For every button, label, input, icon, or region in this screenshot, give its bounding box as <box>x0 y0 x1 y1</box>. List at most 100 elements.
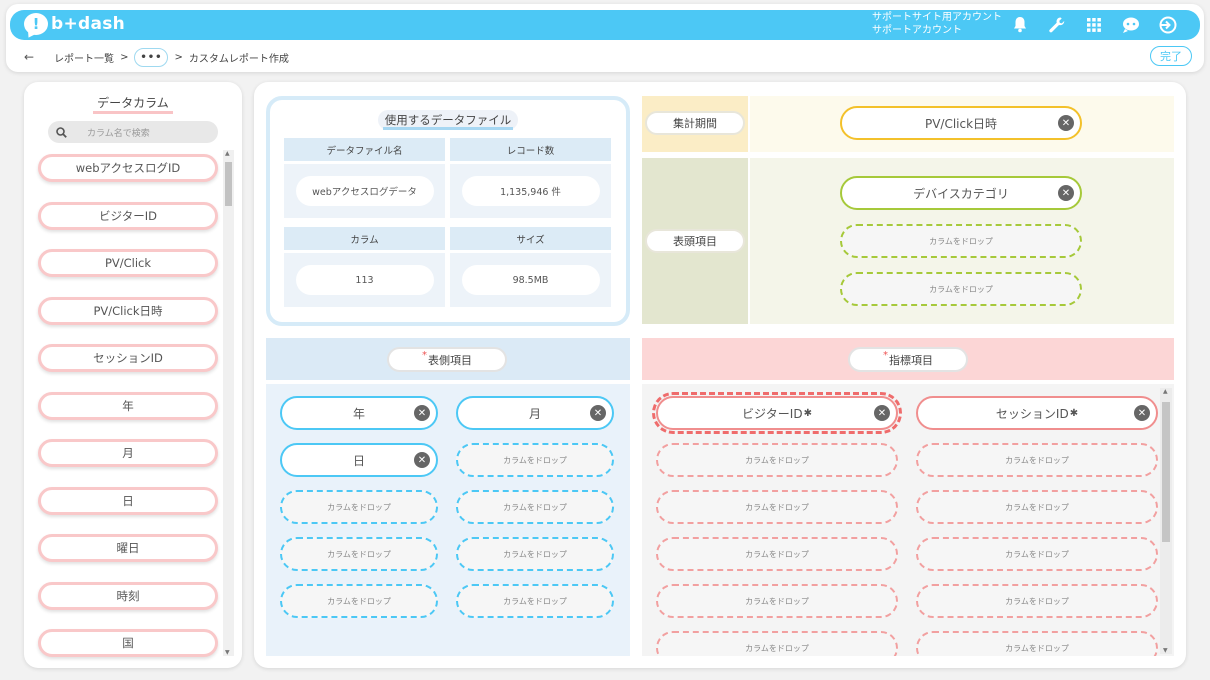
breadcrumb-separator: > <box>174 51 183 63</box>
head-drop-slot[interactable]: カラムをドロップ <box>840 224 1082 258</box>
column-item[interactable]: 日 <box>38 486 218 515</box>
column-item[interactable]: PV/Click日時 <box>38 296 218 325</box>
account-name: サポートアカウント <box>872 25 962 36</box>
head-chip[interactable]: デバイスカテゴリ ✕ <box>840 176 1082 210</box>
report-builder-panel: 使用するデータファイル データファイル名 レコード数 webアクセスログデータ … <box>254 82 1186 668</box>
column-item[interactable]: 時刻 <box>38 581 218 610</box>
metric-drop-slot[interactable]: カラムをドロップ <box>656 584 898 618</box>
data-file-card: 使用するデータファイル データファイル名 レコード数 webアクセスログデータ … <box>266 96 630 326</box>
remove-metric-icon[interactable]: ✕ <box>1134 405 1150 421</box>
wrench-icon[interactable] <box>1046 14 1067 35</box>
scroll-down-icon[interactable]: ▼ <box>1163 647 1168 654</box>
app-logo[interactable]: ! b+dash <box>24 13 125 35</box>
metric-scrollbar[interactable]: ▲ ▼ <box>1160 388 1172 654</box>
side-chip-label: 年 <box>352 406 365 421</box>
side-drop-slot[interactable]: カラムをドロップ <box>280 537 438 571</box>
column-count-value: 113 <box>295 265 434 295</box>
breadcrumb-ellipsis-button[interactable]: ••• <box>134 47 169 67</box>
remove-head-icon[interactable]: ✕ <box>1058 185 1074 201</box>
metric-chip[interactable]: セッションID ✱ ✕ <box>916 396 1158 430</box>
side-chip[interactable]: 年 ✕ <box>280 396 438 430</box>
side-drop-slot[interactable]: カラムをドロップ <box>280 490 438 524</box>
breadcrumb-current: カスタムレポート作成 <box>188 53 289 65</box>
metric-chip-label: セッションID <box>995 406 1069 421</box>
column-item[interactable]: 月 <box>38 439 218 467</box>
column-item[interactable]: 国 <box>38 629 218 657</box>
scroll-up-icon[interactable]: ▲ <box>1163 388 1168 395</box>
column-item[interactable]: セッションID <box>38 344 218 372</box>
scroll-down-icon[interactable]: ▼ <box>225 649 230 656</box>
side-drop-slot[interactable]: カラムをドロップ <box>456 584 614 618</box>
metric-drop-slot[interactable]: カラムをドロップ <box>656 631 898 656</box>
metric-chip[interactable]: ビジターID ✱ ✕ <box>652 392 902 434</box>
column-item[interactable]: ビジターID <box>38 201 218 230</box>
metric-chip-label: ビジターID <box>742 406 803 421</box>
side-drop-slot[interactable]: カラムをドロップ <box>456 490 614 524</box>
metric-drop-slot[interactable]: カラムをドロップ <box>916 584 1158 618</box>
period-chip[interactable]: PV/Click日時 ✕ <box>840 106 1082 140</box>
remove-side-icon[interactable]: ✕ <box>414 405 430 421</box>
side-chip[interactable]: 日 ✕ <box>280 443 438 477</box>
done-button[interactable]: 完了 <box>1150 46 1192 66</box>
gear-icon[interactable]: ✱ <box>804 408 812 419</box>
column-list-scrollbar[interactable]: ▲ ▼ <box>223 150 234 656</box>
side-drop-area[interactable]: 年 ✕ 月 ✕ 日 ✕ カラムをドロップ カラムをドロップ カラムをドロップ カラムをドロップ カラ… <box>266 384 630 656</box>
column-item[interactable]: webアクセスログID <box>38 154 218 182</box>
logout-icon[interactable] <box>1157 14 1178 35</box>
record-count-value: 1,135,946 件 <box>461 176 600 206</box>
period-drop-area[interactable]: PV/Click日時 ✕ <box>750 96 1174 152</box>
column-item[interactable]: PV/Click <box>38 249 218 277</box>
scroll-thumb[interactable] <box>1162 402 1170 542</box>
brand-name: b+dash <box>51 14 126 34</box>
metric-drop-slot[interactable]: カラムをドロップ <box>916 631 1158 656</box>
breadcrumb-report-list[interactable]: レポート一覧 <box>54 50 114 65</box>
side-drop-slot[interactable]: カラムをドロップ <box>456 537 614 571</box>
data-column-panel: データカラム カラム名で検索 webアクセスログID ビジターID PV/Click… <box>24 82 242 668</box>
account-info[interactable]: サポートサイト用アカウント サポートアカウント <box>872 11 1002 37</box>
metric-label: * 指標項目 <box>848 347 968 372</box>
side-chip-label: 日 <box>352 453 365 468</box>
column-list: webアクセスログID ビジターID PV/Click PV/Click日時 セッション… <box>38 154 232 677</box>
size-value: 98.5MB <box>461 265 600 295</box>
period-section: 集計期間 <box>642 96 748 152</box>
metric-drop-slot[interactable]: カラムをドロップ <box>916 537 1158 571</box>
bell-icon[interactable] <box>1009 14 1030 35</box>
column-item[interactable]: 年 <box>38 391 218 420</box>
scroll-up-icon[interactable]: ▲ <box>225 150 230 157</box>
side-drop-slot[interactable]: カラムをドロップ <box>456 443 614 477</box>
data-file-name-header: データファイル名 <box>284 138 445 161</box>
head-chip-label: デバイスカテゴリ <box>913 186 1009 201</box>
record-count-cell: 1,135,946 件 <box>450 164 611 218</box>
metric-drop-slot[interactable]: カラムをドロップ <box>656 443 898 477</box>
remove-side-icon[interactable]: ✕ <box>414 452 430 468</box>
side-section-header: * 表側項目 <box>266 338 630 380</box>
metric-drop-area[interactable]: ビジターID ✱ ✕ セッションID ✱ ✕ カラムをドロップ カラムをドロップ カラムをドロッ… <box>642 384 1174 656</box>
metric-drop-slot[interactable]: カラムをドロップ <box>916 443 1158 477</box>
gear-icon[interactable]: ✱ <box>1070 408 1078 419</box>
back-arrow-icon[interactable]: ← <box>24 50 34 64</box>
metric-drop-slot[interactable]: カラムをドロップ <box>916 490 1158 524</box>
remove-period-icon[interactable]: ✕ <box>1058 115 1074 131</box>
metric-drop-slot[interactable]: カラムをドロップ <box>656 490 898 524</box>
column-count-header: カラム <box>284 227 445 250</box>
breadcrumb: ← レポート一覧 > ••• > カスタムレポート作成 <box>24 46 289 68</box>
grid-icon[interactable] <box>1083 14 1104 35</box>
head-drop-slot[interactable]: カラムをドロップ <box>840 272 1082 306</box>
chat-bot-icon[interactable] <box>1120 14 1141 35</box>
breadcrumb-separator: > <box>120 51 129 63</box>
scroll-thumb[interactable] <box>225 162 232 206</box>
remove-side-icon[interactable]: ✕ <box>590 405 606 421</box>
column-item[interactable]: 曜日 <box>38 534 218 562</box>
column-count-cell: 113 <box>284 253 445 307</box>
logo-bubble-icon: ! <box>24 13 48 35</box>
remove-metric-icon[interactable]: ✕ <box>874 405 890 421</box>
column-search-input[interactable]: カラム名で検索 <box>48 121 218 143</box>
header-panel: ! b+dash サポートサイト用アカウント サポートアカウント ← レポート一… <box>6 4 1204 72</box>
side-chip[interactable]: 月 ✕ <box>456 396 614 430</box>
side-drop-slot[interactable]: カラムをドロップ <box>280 584 438 618</box>
head-drop-area[interactable]: デバイスカテゴリ ✕ カラムをドロップ カラムをドロップ <box>750 158 1174 324</box>
search-icon <box>56 126 67 138</box>
head-section: 表頭項目 <box>642 158 748 324</box>
search-placeholder: カラム名で検索 <box>87 128 150 139</box>
metric-drop-slot[interactable]: カラムをドロップ <box>656 537 898 571</box>
